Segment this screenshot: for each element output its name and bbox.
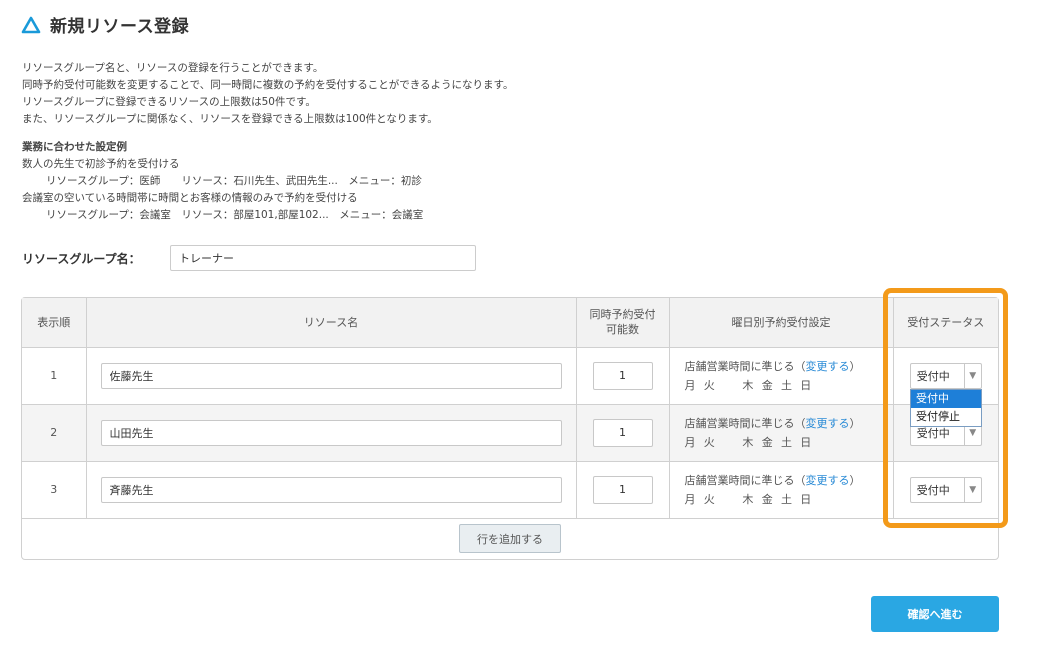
header-weekday-setting: 曜日別予約受付設定: [669, 298, 894, 348]
triangle-logo-icon: [21, 16, 41, 33]
capacity-input[interactable]: [592, 475, 653, 504]
example-heading: 業務に合わせた設定例: [22, 141, 127, 153]
day-thu: 木: [742, 378, 754, 392]
day-mon: 月: [684, 492, 696, 506]
resource-group-input[interactable]: [170, 245, 476, 271]
header-order: 表示順: [22, 298, 87, 348]
status-select[interactable]: 受付中 ▼: [909, 476, 982, 503]
day-sat: 土: [780, 435, 792, 449]
day-wed: [723, 490, 742, 509]
weekday-setting-cell: 店舗営業時間に準じる（変更する） 月火木金土日: [669, 347, 894, 405]
weekday-list: 月火 木金土日: [685, 433, 893, 452]
status-select[interactable]: 受付中 ▼: [909, 362, 982, 389]
day-sat: 土: [780, 378, 792, 392]
resource-name-input[interactable]: [100, 419, 562, 446]
header-capacity-line2: 可能数: [606, 323, 639, 337]
header-capacity: 同時予約受付 可能数: [576, 298, 670, 348]
capacity-input[interactable]: [592, 418, 653, 447]
resource-name-cell: [86, 404, 577, 462]
status-option-active[interactable]: 受付中: [911, 390, 981, 408]
page-title-text: 新規リソース登録: [50, 17, 190, 37]
table-row: 1 店舗営業時間に準じる（変更する） 月火木金土日 受付中▼: [22, 347, 998, 405]
table-row: 2 店舗営業時間に準じる（変更する） 月火木金土日 受付中▼: [22, 404, 998, 462]
header-status: 受付ステータス: [893, 298, 998, 348]
day-thu: 木: [742, 435, 754, 449]
day-sat: 土: [780, 492, 792, 506]
add-row-button[interactable]: 行を追加する: [459, 524, 561, 553]
intro-text: リソースグループ名と、リソースの登録を行うことができます。 同時予約受付可能数を…: [22, 60, 514, 128]
weekday-rule-text: 店舗営業時間に準じる: [684, 416, 795, 430]
page-title: 新規リソース登録: [20, 12, 189, 37]
setting-example: 業務に合わせた設定例 数人の先生で初診予約を受付ける リソースグループ：医師 リ…: [22, 139, 423, 224]
change-weekday-link[interactable]: 変更する: [806, 360, 850, 373]
capacity-cell: [576, 404, 670, 462]
example-line: 数人の先生で初診予約を受付ける: [22, 158, 180, 170]
example-line: 会議室の空いている時間帯に時間とお客様の情報のみで予約を受付ける: [22, 192, 358, 204]
resource-group-label: リソースグループ名：: [22, 251, 141, 266]
status-option-stopped[interactable]: 受付停止: [911, 408, 981, 426]
day-wed: [723, 376, 742, 395]
capacity-cell: [576, 461, 670, 519]
header-capacity-line1: 同時予約受付: [589, 308, 656, 322]
day-thu: 木: [742, 492, 754, 506]
weekday-setting-cell: 店舗営業時間に準じる（変更する） 月火木金土日: [669, 461, 894, 519]
day-tue: 火: [703, 435, 715, 449]
weekday-list: 月火 木金土日: [685, 376, 893, 395]
resource-name-input[interactable]: [100, 362, 562, 389]
weekday-rule-text: 店舗営業時間に準じる: [684, 473, 795, 487]
resource-table: 表示順 リソース名 同時予約受付 可能数 曜日別予約受付設定 受付ステータス 1 …: [21, 297, 999, 560]
status-value: 受付中: [916, 369, 950, 383]
resource-name-cell: [86, 347, 577, 405]
header-resource-name: リソース名: [86, 298, 577, 348]
day-sun: 日: [800, 435, 812, 449]
confirm-button[interactable]: 確認へ進む: [871, 596, 999, 632]
intro-line: リソースグループに登録できるリソースの上限数は50件です。: [22, 96, 316, 108]
status-dropdown-menu: 受付中 受付停止: [910, 389, 982, 427]
intro-line: リソースグループ名と、リソースの登録を行うことができます。: [22, 62, 324, 74]
example-line: リソースグループ：医師 リソース：石川先生、武田先生... メニュー：初診: [46, 175, 422, 187]
row-order: 2: [22, 404, 87, 462]
day-sun: 日: [800, 492, 812, 506]
day-tue: 火: [703, 492, 715, 506]
weekday-rule-text: 店舗営業時間に準じる: [684, 359, 795, 373]
table-header-row: 表示順 リソース名 同時予約受付 可能数 曜日別予約受付設定 受付ステータス: [22, 298, 998, 348]
table-row: 3 店舗営業時間に準じる（変更する） 月火木金土日 受付中▼: [22, 461, 998, 519]
status-value: 受付中: [916, 483, 950, 497]
weekday-setting-cell: 店舗営業時間に準じる（変更する） 月火木金土日: [669, 404, 894, 462]
change-weekday-link[interactable]: 変更する: [806, 417, 850, 430]
change-weekday-link[interactable]: 変更する: [806, 474, 850, 487]
capacity-cell: [576, 347, 670, 405]
intro-line: 同時予約受付可能数を変更することで、同一時間に複数の予約を受付することができるよ…: [22, 79, 514, 91]
day-fri: 金: [761, 492, 773, 506]
dropdown-arrow-icon[interactable]: ▼: [963, 477, 981, 502]
example-line: リソースグループ：会議室 リソース：部屋101,部屋102... メニュー：会議…: [46, 209, 424, 221]
row-order: 1: [22, 347, 87, 405]
dropdown-arrow-icon[interactable]: ▼: [963, 363, 981, 388]
capacity-input[interactable]: [592, 361, 653, 390]
resource-group-row: リソースグループ名：: [22, 245, 476, 271]
day-mon: 月: [684, 435, 696, 449]
day-wed: [723, 433, 742, 452]
day-sun: 日: [800, 378, 812, 392]
day-mon: 月: [684, 378, 696, 392]
day-fri: 金: [761, 378, 773, 392]
resource-name-input[interactable]: [100, 476, 562, 503]
row-order: 3: [22, 461, 87, 519]
resource-name-cell: [86, 461, 577, 519]
status-cell: 受付中 ▼: [893, 461, 998, 519]
intro-line: また、リソースグループに関係なく、リソースを登録できる上限数は100件となります…: [22, 113, 438, 125]
day-tue: 火: [703, 378, 715, 392]
weekday-list: 月火 木金土日: [685, 490, 893, 509]
day-fri: 金: [761, 435, 773, 449]
